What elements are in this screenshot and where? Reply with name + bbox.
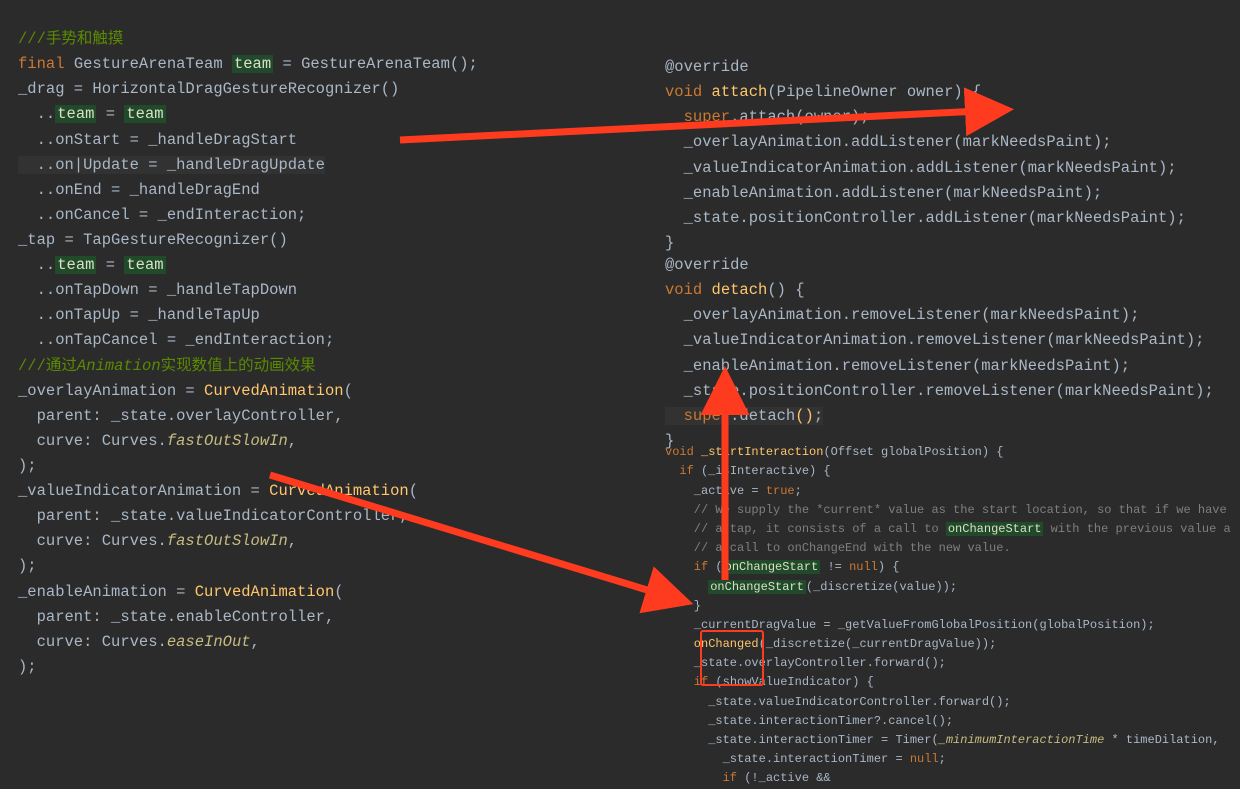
code-text: } bbox=[665, 599, 701, 613]
code-text: ..onTapCancel = _endInteraction; bbox=[18, 331, 334, 349]
code-text: _overlayAnimation.removeListener(markNee… bbox=[665, 306, 1139, 324]
code-text: GestureArenaTeam bbox=[65, 55, 232, 73]
method-name: _startInteraction bbox=[694, 445, 824, 459]
code-text: (!_active && bbox=[737, 771, 831, 785]
method-name: detach bbox=[702, 281, 767, 299]
annotation: @override bbox=[665, 256, 749, 274]
code-text: _state.overlayController.forward(); bbox=[665, 656, 946, 670]
parens: () bbox=[795, 407, 814, 425]
code-text: _active = bbox=[665, 484, 766, 498]
highlight-team: team bbox=[55, 105, 96, 123]
comment-line: ///手势和触摸 bbox=[18, 30, 123, 48]
code-text: parent: _state.valueIndicatorController, bbox=[18, 507, 409, 525]
code-text: _enableAnimation.removeListener(markNeed… bbox=[665, 357, 1130, 375]
code-text: ..onTapUp = _handleTapUp bbox=[18, 306, 260, 324]
code-text: (_discretize(_currentDragValue)); bbox=[759, 637, 997, 651]
annotation: @override bbox=[665, 58, 749, 76]
comment-line: ///通过Animation实现数值上的动画效果 bbox=[18, 357, 316, 375]
class-name: CurvedAnimation bbox=[204, 382, 344, 400]
kw-void: void bbox=[665, 445, 694, 459]
code-pane-left[interactable]: ///手势和触摸 final GestureArenaTeam team = G… bbox=[18, 2, 478, 680]
code-text: ..onCancel = _endInteraction; bbox=[18, 206, 306, 224]
code-text: _state.interactionTimer = Timer( bbox=[665, 733, 939, 747]
kw-void: void bbox=[665, 83, 702, 101]
code-text: _state.interactionTimer?.cancel(); bbox=[665, 714, 953, 728]
code-text: () { bbox=[767, 281, 804, 299]
code-text: .. bbox=[18, 105, 55, 123]
code-text: ); bbox=[18, 658, 37, 676]
code-text: = GestureArenaTeam(); bbox=[273, 55, 478, 73]
code-text: _overlayAnimation.addListener(markNeedsP… bbox=[665, 133, 1111, 151]
code-pane-right-mid[interactable]: @override void detach() { _overlayAnimat… bbox=[665, 228, 1214, 454]
code-text: _valueIndicatorAnimation.addListener(mar… bbox=[665, 159, 1177, 177]
code-text: _overlayAnimation = bbox=[18, 382, 204, 400]
code-text: (PipelineOwner owner) { bbox=[767, 83, 981, 101]
constant: fastOutSlowIn bbox=[167, 432, 288, 450]
kw-null: null bbox=[910, 752, 939, 766]
code-text: .. bbox=[18, 256, 55, 274]
kw-if: if bbox=[665, 560, 708, 574]
highlight-team: team bbox=[232, 55, 273, 73]
comment-line: // a tap, it consists of a call to bbox=[665, 522, 946, 536]
code-text: _enableAnimation.addListener(markNeedsPa… bbox=[665, 184, 1102, 202]
code-text: _currentDragValue = _getValueFromGlobalP… bbox=[665, 618, 1155, 632]
comment-line: // a call to onChangeEnd with the new va… bbox=[665, 541, 1011, 555]
code-pane-right-top[interactable]: @override void attach(PipelineOwner owne… bbox=[665, 30, 1186, 256]
code-text: _tap = TapGestureRecognizer() bbox=[18, 231, 288, 249]
constant: easeInOut bbox=[167, 633, 251, 651]
highlight-team: team bbox=[124, 256, 165, 274]
highlight-onchangestart: onChangeStart bbox=[708, 580, 806, 594]
code-text: _enableAnimation = bbox=[18, 583, 195, 601]
code-text: ); bbox=[18, 557, 37, 575]
code-text: _state.positionController.removeListener… bbox=[665, 382, 1214, 400]
kw-if: if bbox=[665, 675, 708, 689]
kw-if: if bbox=[665, 771, 737, 785]
code-text: _drag = HorizontalDragGestureRecognizer(… bbox=[18, 80, 399, 98]
code-text: _state.positionController.addListener(ma… bbox=[665, 209, 1186, 227]
code-text: (Offset globalPosition) { bbox=[823, 445, 1003, 459]
cursor-point: | bbox=[74, 156, 83, 174]
class-name: CurvedAnimation bbox=[195, 583, 335, 601]
code-text: ..on bbox=[18, 156, 74, 174]
class-name: CurvedAnimation bbox=[269, 482, 409, 500]
code-text: _valueIndicatorAnimation.removeListener(… bbox=[665, 331, 1205, 349]
method-name: attach bbox=[702, 83, 767, 101]
code-text: _state.valueIndicatorController.forward(… bbox=[665, 695, 1011, 709]
code-text: curve: Curves. bbox=[18, 432, 167, 450]
code-text: ); bbox=[18, 457, 37, 475]
code-text: curve: Curves. bbox=[18, 633, 167, 651]
code-text: _valueIndicatorAnimation = bbox=[18, 482, 269, 500]
constant: _minimumInteractionTime bbox=[939, 733, 1105, 747]
code-text: ..onStart = _handleDragStart bbox=[18, 131, 297, 149]
code-text: .attach(owner); bbox=[730, 108, 870, 126]
highlight-onchangestart: onChangeStart bbox=[946, 522, 1044, 536]
code-text: ..onTapDown = _handleTapDown bbox=[18, 281, 297, 299]
code-text: ..onEnd = _handleDragEnd bbox=[18, 181, 260, 199]
kw-null: null bbox=[849, 560, 878, 574]
constant: fastOutSlowIn bbox=[167, 532, 288, 550]
kw-super: super bbox=[665, 407, 730, 425]
call: onChanged bbox=[665, 637, 759, 651]
code-text: Update = _handleDragUpdate bbox=[83, 156, 325, 174]
kw-true: true bbox=[766, 484, 795, 498]
code-text: parent: _state.overlayController, bbox=[18, 407, 344, 425]
code-text: (showValueIndicator) { bbox=[708, 675, 874, 689]
code-pane-right-bottom[interactable]: void _startInteraction(Offset globalPosi… bbox=[665, 424, 1231, 789]
kw-void: void bbox=[665, 281, 702, 299]
highlight-team: team bbox=[124, 105, 165, 123]
highlight-onchangestart: onChangeStart bbox=[723, 560, 821, 574]
code-text: curve: Curves. bbox=[18, 532, 167, 550]
code-text: parent: _state.enableController, bbox=[18, 608, 334, 626]
highlight-team: team bbox=[55, 256, 96, 274]
kw-final: final bbox=[18, 55, 65, 73]
comment-line: // We supply the *current* value as the … bbox=[665, 503, 1227, 517]
kw-if: if bbox=[665, 464, 694, 478]
code-text: _state.interactionTimer = bbox=[665, 752, 910, 766]
code-text: .detach bbox=[730, 407, 795, 425]
code-text: (_isInteractive) { bbox=[694, 464, 831, 478]
kw-super: super bbox=[665, 108, 730, 126]
